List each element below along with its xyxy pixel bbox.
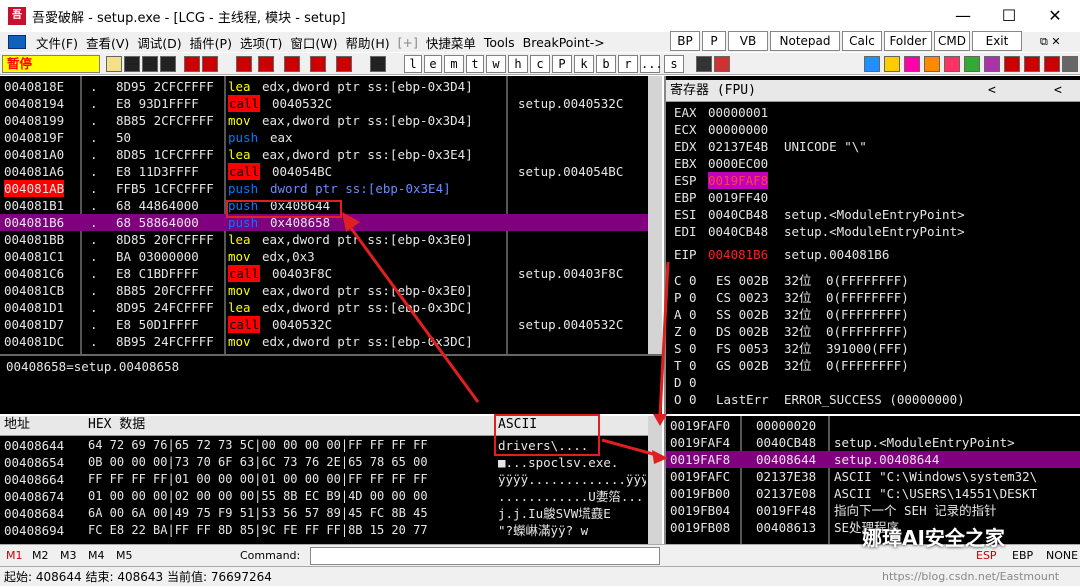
annotation-arrows <box>342 212 670 464</box>
arrow-to-push <box>346 223 480 403</box>
arrow-to-stack-head <box>652 450 668 464</box>
arrow-to-stack <box>601 438 661 458</box>
arrow-regs-down-head <box>653 414 667 426</box>
arrow-regs-down <box>658 261 670 417</box>
